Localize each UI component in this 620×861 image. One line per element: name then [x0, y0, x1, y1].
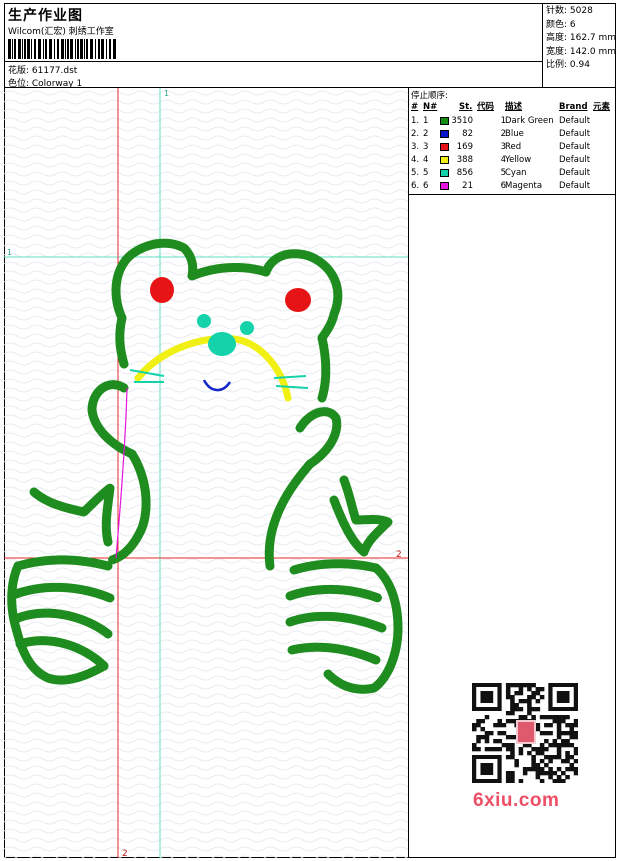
cell-number: 5: [423, 168, 429, 178]
col-header-number: N#: [423, 102, 438, 112]
color-swatch: [440, 182, 449, 190]
color-swatch: [440, 156, 449, 164]
color-swatch: [440, 130, 449, 138]
cell-description: Magenta: [505, 181, 543, 191]
col-header-element: 元素: [593, 102, 611, 112]
cell-number: 4: [423, 155, 429, 165]
head-right: [317, 333, 331, 403]
sequence-title: 停止顺序:: [411, 91, 448, 101]
table-row[interactable]: 4. 4 388 4 Yellow Default: [409, 154, 616, 167]
cell-description: Cyan: [505, 168, 527, 178]
cell-description: Dark Green: [505, 116, 554, 126]
right-eye: [240, 321, 254, 335]
table-row[interactable]: 2. 2 82 2 Blue Default: [409, 128, 616, 141]
stats-panel: 针数: 5028 颜色: 6 高度: 162.7 mm 宽度: 142.0 mm…: [542, 3, 616, 88]
table-header-row: # N# St. 代码 描述 Brand 元素: [409, 101, 616, 114]
cell-index: 3.: [411, 142, 420, 152]
table-row[interactable]: 6. 6 21 6 Magenta Default: [409, 180, 616, 193]
cell-stitches: 388: [456, 155, 473, 165]
header: 生产作业图 Wilcom(汇宏) 刺绣工作室 花版: 61177.dst 色位:…: [4, 3, 616, 89]
design-canvas[interactable]: 1 1 2 2: [4, 88, 409, 858]
header-divider: [4, 61, 542, 62]
right-ear-inner: [285, 288, 311, 312]
color-swatch: [440, 117, 449, 125]
table-row[interactable]: 3. 3 169 3 Red Default: [409, 141, 616, 154]
cell-brand: Default: [559, 142, 591, 152]
design-height: 高度: 162.7 mm: [546, 33, 617, 43]
design-width: 宽度: 142.0 mm: [546, 46, 617, 57]
cell-number: 1: [423, 116, 429, 126]
design-name: 花版: 61177.dst: [8, 66, 78, 76]
left-eye: [197, 314, 211, 328]
guide-label-red-horizontal: 2: [396, 550, 402, 560]
col-header-stitches: St.: [459, 102, 473, 112]
cell-index: 2.: [411, 129, 420, 139]
guide-label-cyan-horizontal: 1: [7, 248, 12, 257]
cell-index: 4.: [411, 155, 420, 165]
stitch-count: 针数: 5028: [546, 6, 593, 16]
barcode: [8, 39, 116, 59]
color-sequence-table: 停止顺序: # N# St. 代码 描述 Brand 元素 1. 1 3510 1 Da…: [409, 88, 616, 195]
watermark-logo: 6xiu.com: [473, 790, 560, 811]
color-swatch: [440, 143, 449, 151]
cell-number: 6: [423, 181, 429, 191]
color-count: 颜色: 6: [546, 19, 576, 30]
col-header-brand: Brand: [559, 102, 588, 112]
table-row[interactable]: 1. 1 3510 1 Dark Green Default: [409, 115, 616, 128]
cell-description: Blue: [505, 129, 524, 139]
guide-label-cyan-vertical: 1: [164, 89, 169, 98]
color-swatch: [440, 169, 449, 177]
cell-index: 1.: [411, 116, 420, 126]
cell-brand: Default: [559, 168, 591, 178]
cell-brand: Default: [559, 129, 591, 139]
cell-stitches: 856: [456, 168, 473, 178]
cell-index: 5.: [411, 168, 420, 178]
embroidery-preview: 1 1 2 2: [4, 88, 408, 858]
guide-label-red-vertical: 2: [122, 849, 128, 858]
cell-number: 2: [423, 129, 429, 139]
page-subtitle: Wilcom(汇宏) 刺绣工作室: [8, 27, 114, 37]
cell-brand: Default: [559, 116, 591, 126]
cell-number: 3: [423, 142, 429, 152]
nose: [208, 332, 236, 356]
cell-stitches: 3510: [451, 116, 473, 126]
cell-stitches: 169: [456, 142, 473, 152]
left-ear-inner: [150, 277, 174, 303]
design-scale: 比例: 0.94: [546, 60, 590, 70]
col-header-index: #: [411, 102, 419, 112]
fabric-background: [4, 88, 408, 858]
cell-index: 6.: [411, 181, 420, 191]
page-title: 生产作业图: [8, 8, 83, 24]
cell-brand: Default: [559, 181, 591, 191]
cell-stitches: 82: [462, 129, 473, 139]
col-header-description: 描述: [505, 102, 523, 112]
qr-code: [472, 683, 578, 783]
col-header-code: 代码: [477, 102, 495, 112]
cell-description: Red: [505, 142, 522, 152]
cell-description: Yellow: [505, 155, 532, 165]
cell-stitches: 21: [462, 181, 473, 191]
head-left: [115, 313, 129, 369]
cell-brand: Default: [559, 155, 591, 165]
table-row[interactable]: 5. 5 856 5 Cyan Default: [409, 167, 616, 180]
